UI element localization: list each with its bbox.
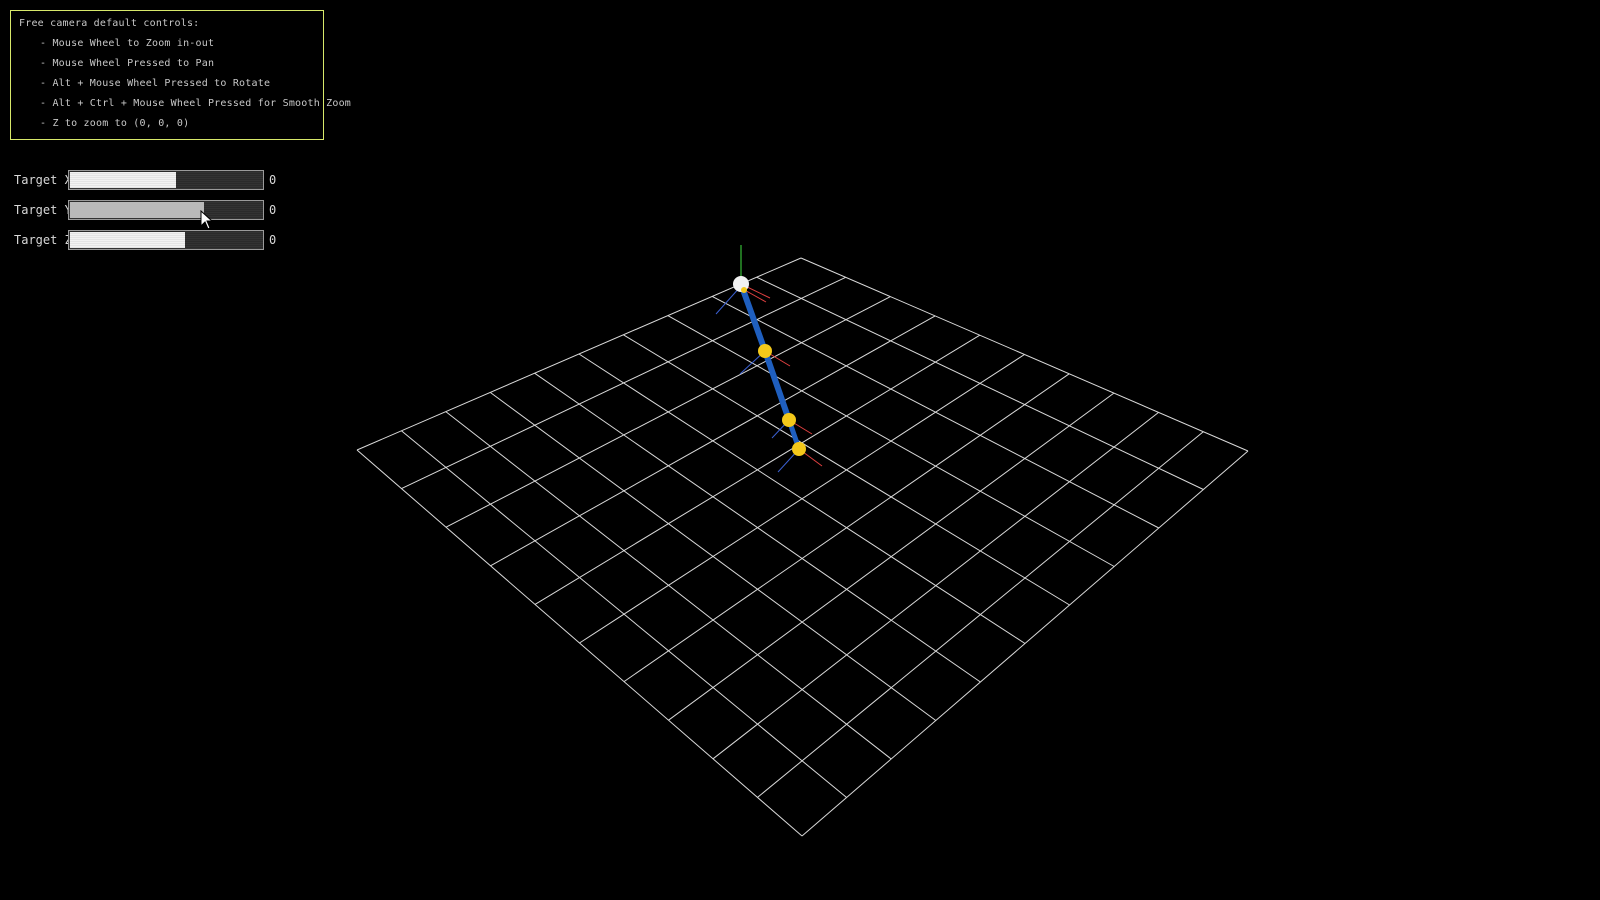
help-item-rotate: - Alt + Mouse Wheel Pressed to Rotate (40, 78, 271, 89)
grid-line-u-8 (711, 295, 1160, 529)
target-x-slider[interactable] (68, 170, 264, 190)
target-x-slider-fill (70, 172, 176, 188)
camera-controls-help-panel: Free camera default controls: - Mouse Wh… (10, 10, 351, 140)
grid-line-u-9 (756, 276, 1204, 490)
grid-line-v-9 (757, 431, 1204, 798)
grid-line-v-6 (623, 373, 1070, 683)
grid-line-u-7 (667, 315, 1115, 567)
help-item-zoom: - Mouse Wheel to Zoom in-out (40, 38, 215, 49)
slider-value-target-x: 0 (269, 173, 277, 187)
slider-value-target-z: 0 (269, 233, 277, 247)
cursor-arrow-icon (200, 210, 214, 230)
grid-line-v-7 (668, 392, 1115, 721)
help-item-smooth-zoom: - Alt + Ctrl + Mouse Wheel Pressed for S… (40, 98, 352, 109)
root-joint-highlight (741, 287, 747, 293)
slider-label-target-y: Target Y (14, 203, 72, 217)
slider-label-target-z: Target Z (14, 233, 72, 247)
ik-skeleton (715, 245, 823, 473)
joint-1 (758, 344, 772, 358)
help-item-pan: - Mouse Wheel Pressed to Pan (40, 58, 215, 69)
grid-line-u-6 (623, 334, 1070, 606)
joint-2 (782, 413, 796, 427)
target-y-slider-fill (70, 202, 204, 218)
ground-grid (356, 257, 1249, 837)
grid-line-u-10 (800, 257, 1249, 452)
slider-value-target-y: 0 (269, 203, 277, 217)
help-item-zoom-origin: - Z to zoom to (0, 0, 0) (40, 118, 190, 129)
target-z-slider-fill (70, 232, 185, 248)
grid-line-v-10 (801, 450, 1249, 837)
joint-3 (792, 442, 806, 456)
target-y-slider[interactable] (68, 200, 264, 220)
help-title: Free camera default controls: (19, 18, 200, 29)
slider-label-target-x: Target X (14, 173, 72, 187)
target-z-slider[interactable] (68, 230, 264, 250)
